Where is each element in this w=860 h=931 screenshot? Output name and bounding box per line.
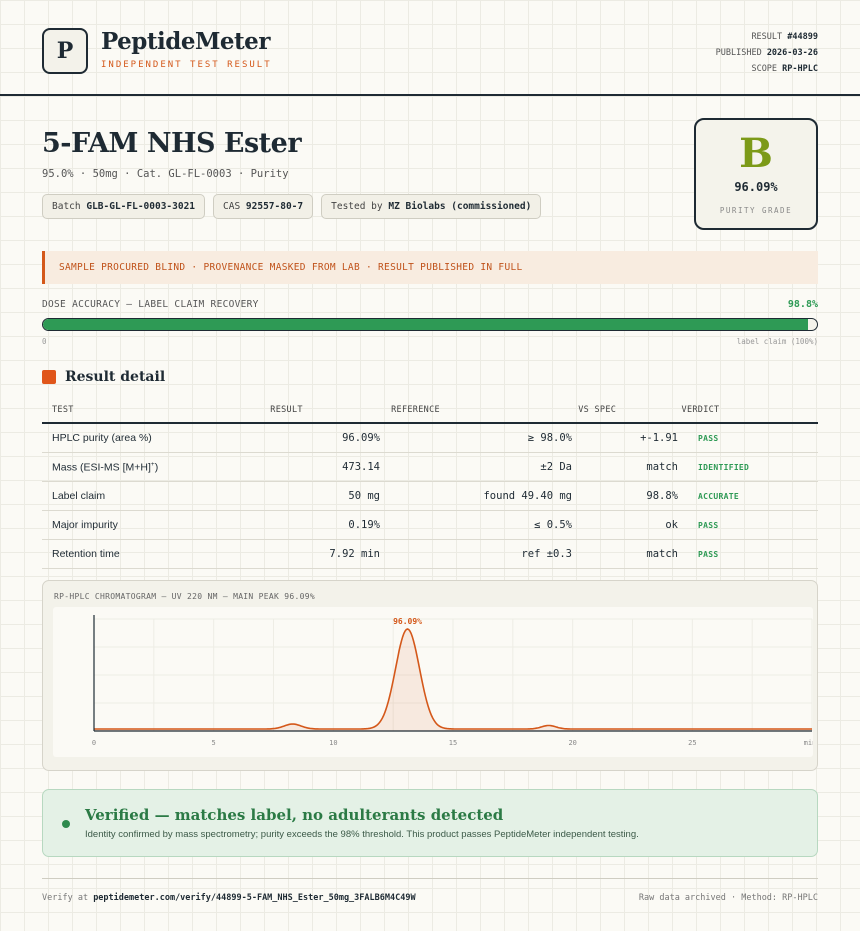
test-name-end: ) [154, 461, 159, 474]
table-header: TEST RESULT REFERENCE VS SPEC VERDICT [42, 398, 818, 424]
test-result: 7.92 min [329, 548, 380, 560]
footer-divider [42, 878, 818, 879]
test-result: 96.09% [342, 432, 380, 444]
chart-x-tick-label: 0 [92, 739, 96, 747]
tested-by-chip: Tested by MZ Biolabs (commissioned) [321, 194, 542, 219]
table-row: Label claim 50 mg found 49.40 mg 98.8% A… [42, 482, 818, 511]
dose-claim-label: label claim (100%) [736, 337, 818, 346]
batch-chip: Batch GLB-GL-FL-0003-3021 [42, 194, 206, 219]
test-name-text: Mass (ESI-MS [M+H] [52, 461, 151, 474]
dose-progress-track [42, 318, 818, 331]
table-row: Mass (ESI-MS [M+H]+) 473.14 ±2 Da match … [42, 453, 818, 482]
chart-x-unit-label: min [804, 739, 813, 747]
scope-row: SCOPE RP-HPLC [716, 61, 818, 77]
verified-box: Verified — matches label, no adulterants… [42, 789, 818, 857]
verify-line: Verify at peptidemeter.com/verify/44899-… [42, 893, 416, 903]
cas-label: CAS [223, 201, 241, 212]
table-row: HPLC purity (area %) 96.09% ≥ 98.0% +-1.… [42, 424, 818, 453]
published-value: 2026-03-26 [766, 48, 818, 58]
test-verdict: PASS [698, 433, 719, 443]
cas-value: 92557-80-7 [245, 201, 304, 212]
col-reference-header: REFERENCE [391, 405, 440, 415]
result-meta: RESULT #44899 PUBLISHED 2026-03-26 SCOPE… [716, 29, 818, 77]
verified-title: Verified — matches label, no adulterants… [85, 806, 504, 824]
chart-x-tick-label: 15 [449, 739, 457, 747]
test-verdict: IDENTIFIED [698, 462, 750, 472]
col-result-header: RESULT [270, 405, 303, 415]
brand-name: PeptideMeter [101, 28, 270, 55]
product-title: 5-FAM NHS Ester [42, 128, 302, 159]
verified-dot-icon [62, 820, 70, 828]
published-label: PUBLISHED [715, 48, 762, 58]
section-marker-icon [42, 370, 56, 384]
test-result: 50 mg [348, 490, 380, 502]
result-id-value: #44899 [787, 32, 818, 42]
test-vs-spec: ok [665, 519, 678, 531]
test-reference: ±2 Da [540, 461, 572, 473]
batch-value: GLB-GL-FL-0003-3021 [86, 201, 196, 212]
test-reference: found 49.40 mg [483, 490, 572, 502]
logo-icon: P [42, 28, 88, 74]
blind-sample-banner: SAMPLE PROCURED BLIND · PROVENANCE MASKE… [42, 251, 818, 284]
cas-chip: CAS 92557-80-7 [213, 194, 314, 219]
chart-x-tick-label: 20 [568, 739, 576, 747]
test-name: Major impurity [52, 519, 118, 531]
table-row: Retention time 7.92 min ref ±0.3 match P… [42, 540, 818, 569]
chart-x-tick-label: 25 [688, 739, 696, 747]
product-subtitle: 95.0% · 50mg · Cat. GL-FL-0003 · Purity [42, 168, 289, 180]
test-reference: ≥ 98.0% [527, 432, 572, 444]
test-reference: ≤ 0.5% [534, 519, 572, 531]
batch-label: Batch [52, 201, 81, 212]
col-vs-header: VS SPEC [578, 405, 617, 415]
verify-prefix: Verify at [42, 893, 89, 903]
col-test-header: TEST [52, 405, 74, 415]
chart-x-tick-label: 10 [329, 739, 337, 747]
col-verdict-header: VERDICT [681, 405, 720, 415]
grade-letter: B [739, 130, 773, 177]
test-result: 0.19% [348, 519, 380, 531]
chart-plot-area [53, 607, 813, 757]
dose-accuracy-value: 98.8% [787, 299, 818, 310]
scope-value: RP-HPLC [782, 64, 818, 74]
grade-label: PURITY GRADE [719, 206, 793, 215]
scope-label: SCOPE [751, 64, 778, 74]
brand-tagline: INDEPENDENT TEST RESULT [101, 60, 272, 70]
footer-method: Raw data archived · Method: RP-HPLC [638, 893, 818, 903]
test-verdict: ACCURATE [698, 491, 739, 501]
purity-grade-card: B 96.09% PURITY GRADE [694, 118, 818, 230]
test-vs-spec: +-1.91 [640, 432, 678, 444]
test-vs-spec: match [646, 461, 678, 473]
chromatogram-panel: RP-HPLC CHROMATOGRAM — UV 220 NM — MAIN … [42, 580, 818, 771]
verify-link[interactable]: peptidemeter.com/verify/44899-5-FAM_NHS_… [93, 893, 415, 903]
test-name: Mass (ESI-MS [M+H]+) [42, 461, 276, 474]
dose-progress-fill [43, 319, 808, 330]
section-title: Result detail [65, 369, 166, 385]
test-vs-spec: match [646, 548, 678, 560]
published-row: PUBLISHED 2026-03-26 [716, 45, 818, 61]
test-result: 473.14 [342, 461, 380, 473]
result-id-label: RESULT [751, 32, 783, 42]
grade-value: 96.09% [734, 180, 778, 194]
result-table: TEST RESULT REFERENCE VS SPEC VERDICT HP… [42, 398, 818, 569]
test-name: HPLC purity (area %) [52, 432, 152, 444]
tested-label: Tested by [331, 201, 383, 212]
tested-value: MZ Biolabs (commissioned) [388, 201, 532, 212]
test-verdict: PASS [698, 549, 719, 559]
chart-x-tick-label: 5 [212, 739, 216, 747]
test-name: Label claim [52, 490, 106, 502]
main-peak-label: 96.09% [393, 617, 422, 626]
product-chips: Batch GLB-GL-FL-0003-3021 CAS 92557-80-7… [42, 194, 542, 219]
dose-accuracy-label: DOSE ACCURACY — LABEL CLAIM RECOVERY [42, 299, 259, 310]
table-row: Major impurity 0.19% ≤ 0.5% ok PASS [42, 511, 818, 540]
dose-zero-label: 0 [42, 337, 47, 346]
test-name: Retention time [52, 548, 120, 560]
verified-text: Identity confirmed by mass spectrometry;… [85, 829, 639, 840]
chromatogram-chart: 0 5 10 15 20 25 min 96.09% [53, 607, 813, 757]
test-verdict: PASS [698, 520, 719, 530]
result-id-row: RESULT #44899 [716, 29, 818, 45]
report-header: P PeptideMeter INDEPENDENT TEST RESULT R… [0, 0, 860, 96]
test-reference: ref ±0.3 [521, 548, 572, 560]
chromatogram-title: RP-HPLC CHROMATOGRAM — UV 220 NM — MAIN … [54, 592, 315, 601]
test-vs-spec: 98.8% [646, 490, 678, 502]
